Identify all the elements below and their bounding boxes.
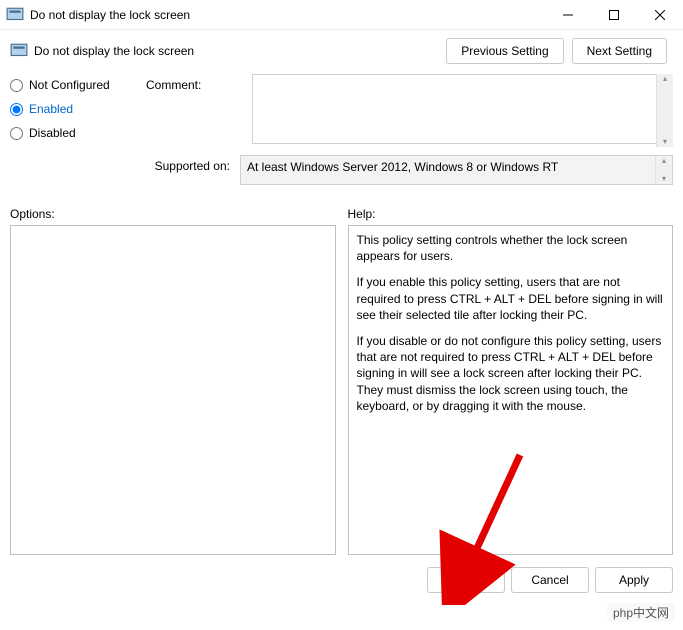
scrollbar[interactable]: ▴ ▾ [655, 156, 672, 184]
radio-not-configured[interactable]: Not Configured [10, 78, 140, 92]
policy-icon [10, 42, 28, 60]
state-radio-group: Not Configured Enabled Disabled [10, 74, 140, 140]
scroll-up-icon[interactable]: ▴ [656, 156, 672, 166]
radio-enabled[interactable]: Enabled [10, 102, 140, 116]
help-paragraph: If you disable or do not configure this … [357, 333, 665, 414]
help-label: Help: [348, 207, 674, 221]
radio-disabled-label: Disabled [29, 126, 76, 140]
help-box: This policy setting controls whether the… [348, 225, 674, 555]
radio-enabled-input[interactable] [10, 103, 23, 116]
watermark: php中文网 [607, 603, 675, 622]
scroll-down-icon[interactable]: ▾ [656, 174, 672, 184]
supported-on-label: Supported on: [10, 155, 240, 173]
radio-disabled[interactable]: Disabled [10, 126, 140, 140]
window-controls [545, 0, 683, 30]
apply-button[interactable]: Apply [595, 567, 673, 593]
scroll-down-icon[interactable]: ▾ [657, 137, 673, 147]
supported-on-box: At least Windows Server 2012, Windows 8 … [240, 155, 673, 185]
comment-label: Comment: [146, 74, 246, 92]
radio-not-configured-input[interactable] [10, 79, 23, 92]
help-paragraph: If you enable this policy setting, users… [357, 274, 665, 323]
ok-button[interactable]: OK [427, 567, 505, 593]
cancel-button[interactable]: Cancel [511, 567, 589, 593]
supported-on-text: At least Windows Server 2012, Windows 8 … [247, 160, 558, 174]
radio-enabled-label: Enabled [29, 102, 73, 116]
scrollbar[interactable]: ▴ ▾ [656, 74, 673, 147]
comment-textarea[interactable] [252, 74, 673, 144]
titlebar: Do not display the lock screen [0, 0, 683, 30]
window-title: Do not display the lock screen [30, 8, 545, 22]
policy-name: Do not display the lock screen [34, 44, 446, 58]
minimize-button[interactable] [545, 0, 591, 30]
maximize-button[interactable] [591, 0, 637, 30]
help-paragraph: This policy setting controls whether the… [357, 232, 665, 264]
radio-disabled-input[interactable] [10, 127, 23, 140]
previous-setting-button[interactable]: Previous Setting [446, 38, 563, 64]
options-label: Options: [10, 207, 336, 221]
policy-icon [6, 6, 24, 24]
close-button[interactable] [637, 0, 683, 30]
options-box [10, 225, 336, 555]
scroll-up-icon[interactable]: ▴ [657, 74, 673, 84]
next-setting-button[interactable]: Next Setting [572, 38, 667, 64]
radio-not-configured-label: Not Configured [29, 78, 110, 92]
